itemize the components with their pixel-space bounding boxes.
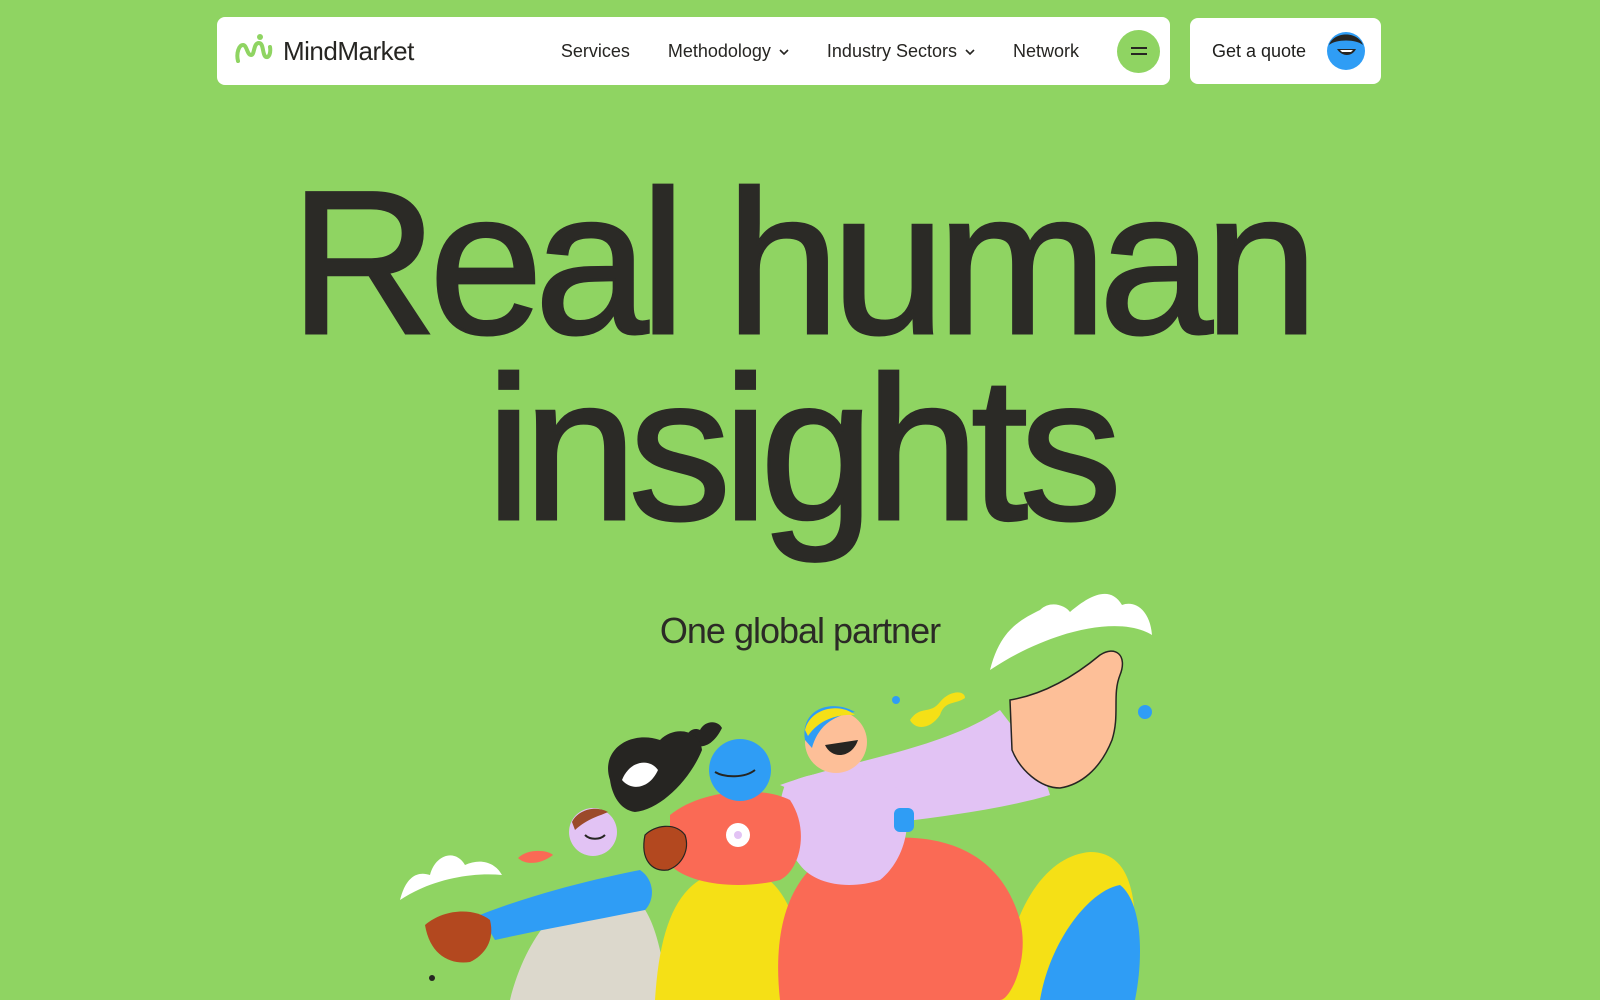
hero-illustration (400, 593, 1152, 1000)
nav-network-label: Network (1012, 40, 1079, 61)
chevron-down-icon (779, 49, 789, 56)
hero-title: Real human insights (0, 160, 1600, 553)
nav-network[interactable]: Network (1013, 41, 1079, 62)
brand-name: MindMarket (283, 35, 414, 66)
get-quote-label: Get a quote (1212, 40, 1307, 61)
nav-industry-sectors-label: Industry Sectors (826, 40, 957, 61)
logo-icon (235, 34, 273, 63)
nav-services-label: Services (560, 40, 630, 61)
logo[interactable]: MindMarket (233, 33, 414, 69)
nav-methodology[interactable]: Methodology (668, 41, 789, 62)
nav-services[interactable]: Services (561, 41, 630, 62)
menu-button[interactable] (1117, 29, 1160, 73)
nav-industry-sectors[interactable]: Industry Sectors (827, 41, 975, 62)
hero-title-line-2: insights (485, 335, 1124, 563)
menu-icon (1130, 47, 1147, 55)
nav-methodology-label: Methodology (667, 40, 771, 61)
avatar-icon (1327, 32, 1366, 70)
cloud-icon (990, 593, 1152, 670)
chevron-down-icon (965, 49, 975, 56)
cloud-icon (400, 855, 502, 900)
navbar: MindMarket Services Methodology Industry… (217, 17, 1170, 85)
main-nav: Services Methodology Industry Sectors Ne… (561, 29, 1160, 73)
get-quote-button[interactable]: Get a quote (1190, 18, 1381, 84)
